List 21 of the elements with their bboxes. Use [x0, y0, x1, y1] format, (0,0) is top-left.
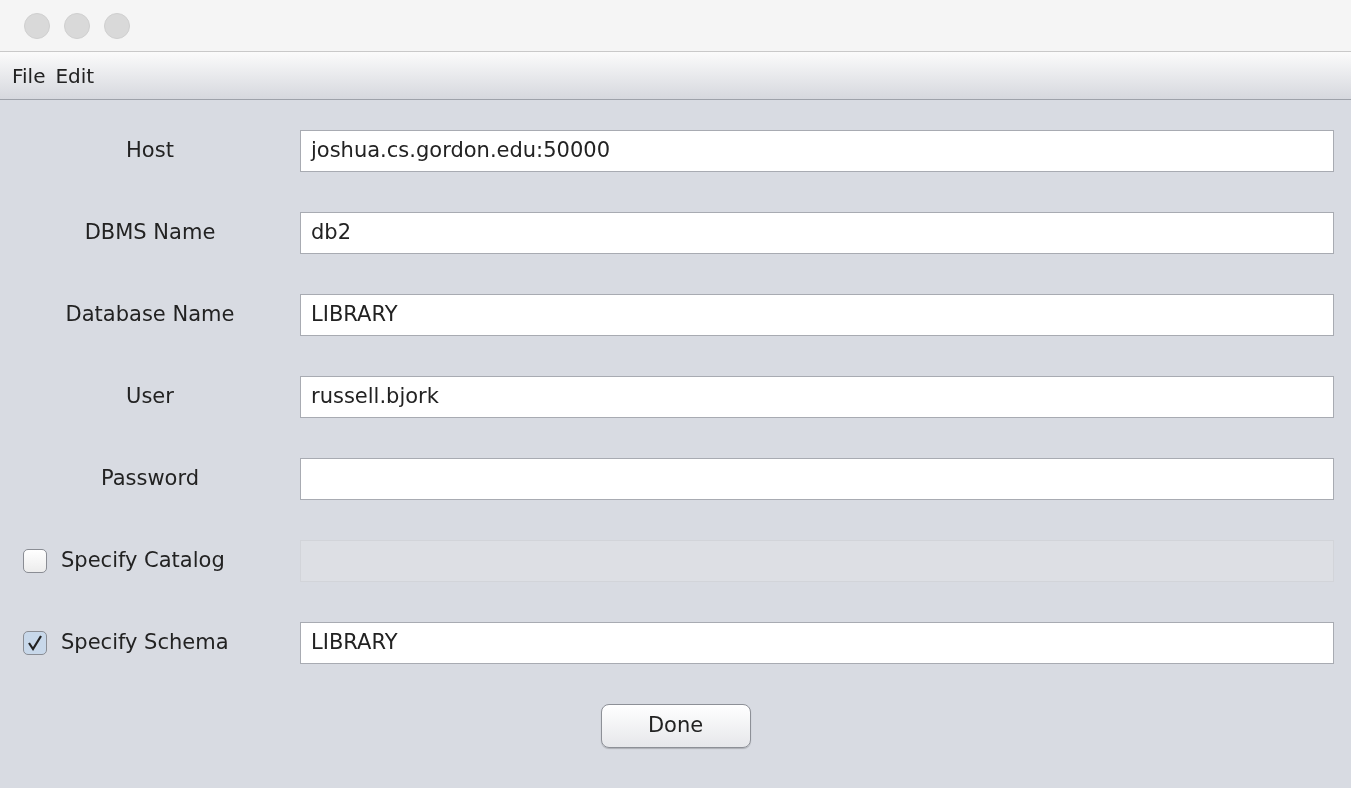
input-field[interactable]: [300, 458, 1334, 500]
field-label: Host: [125, 137, 175, 165]
input-field[interactable]: db2: [300, 212, 1334, 254]
minimize-window-icon[interactable]: [64, 12, 90, 39]
checkmark-icon: [27, 635, 43, 651]
input-field[interactable]: russell.bjork: [300, 376, 1334, 418]
input-field[interactable]: LIBRARY: [300, 294, 1334, 336]
checkbox-label: Specify Schema: [61, 629, 229, 657]
menu-item[interactable]: File: [12, 60, 46, 91]
field-label: Password: [99, 465, 201, 493]
checkbox[interactable]: [23, 631, 47, 655]
field-label: User: [125, 383, 175, 411]
done-button[interactable]: Done: [600, 704, 751, 748]
field-label: Database Name: [64, 301, 236, 329]
input-field[interactable]: LIBRARY: [300, 622, 1334, 664]
close-window-icon[interactable]: [24, 12, 50, 39]
menu-item[interactable]: Edit: [55, 60, 95, 91]
checkbox-label: Specify Catalog: [61, 547, 225, 575]
maximize-window-icon[interactable]: [104, 12, 130, 39]
input-field[interactable]: joshua.cs.gordon.edu:50000: [300, 130, 1334, 172]
field-label: DBMS Name: [83, 219, 217, 247]
